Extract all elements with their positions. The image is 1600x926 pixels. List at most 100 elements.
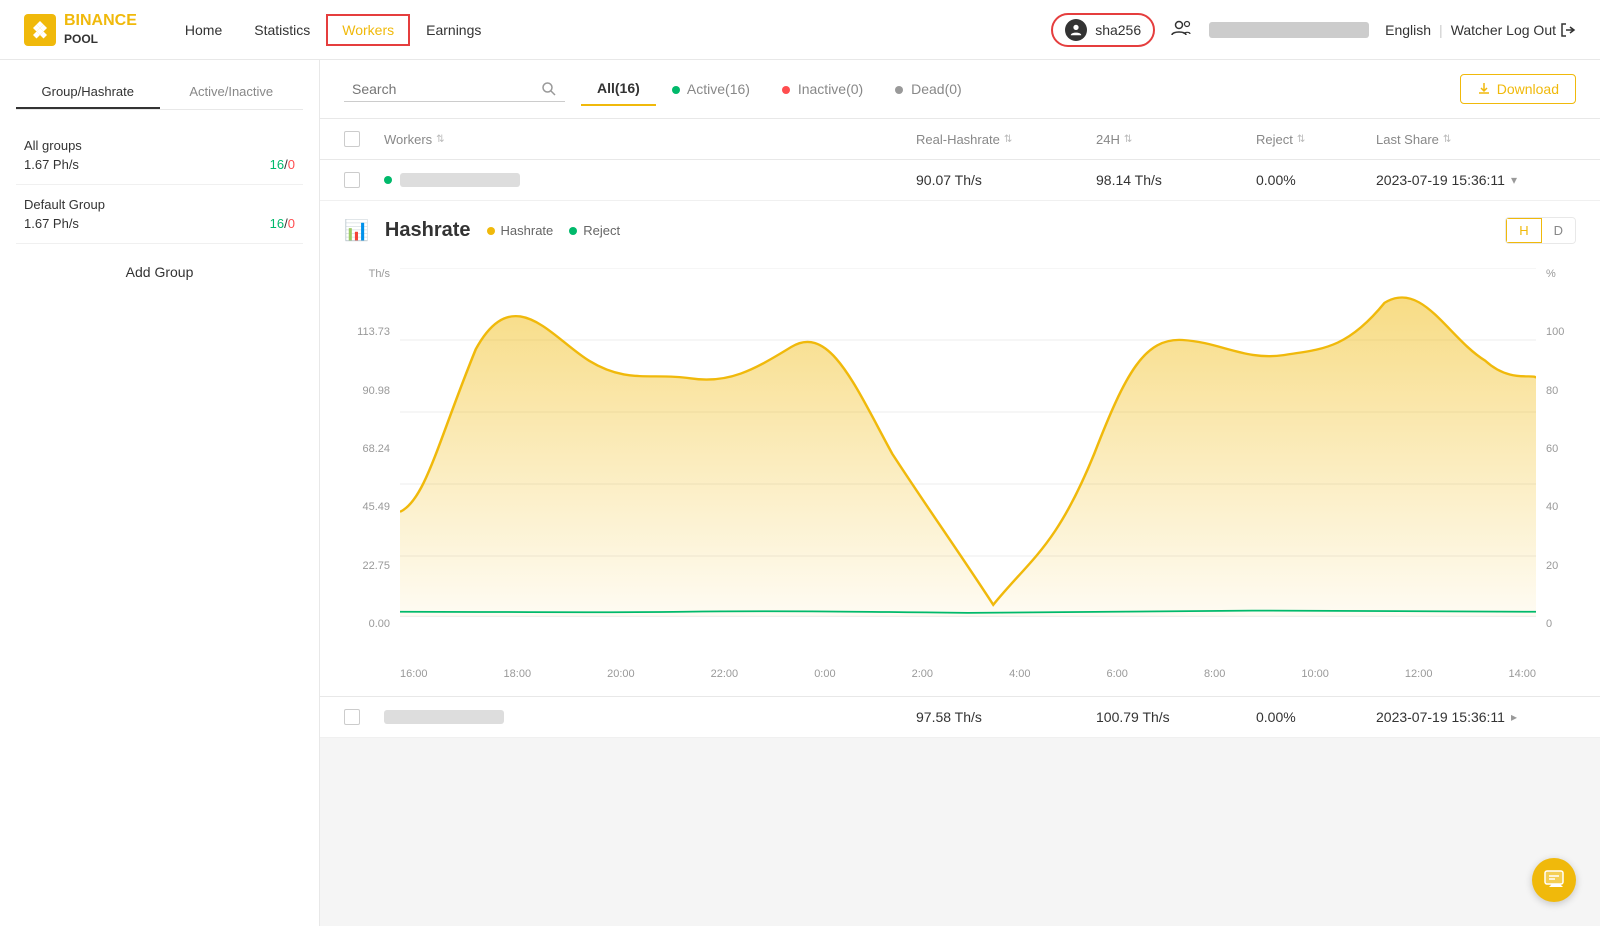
users-svg [1171, 17, 1193, 39]
main-content: All(16) Active(16) Inactive(0) Dead(0) D… [320, 60, 1600, 926]
row1-last-share: 2023-07-19 15:36:11 ▾ [1376, 172, 1576, 188]
filter-bar: All(16) Active(16) Inactive(0) Dead(0) D… [320, 60, 1600, 119]
y-axis-left: Th/s 113.73 90.98 68.24 45.49 22.75 0.00 [344, 268, 396, 630]
layout: Group/Hashrate Active/Inactive All group… [0, 60, 1600, 926]
filter-tab-all[interactable]: All(16) [581, 72, 656, 106]
legend-hashrate: Hashrate [487, 223, 554, 238]
row2-checkbox[interactable] [344, 709, 360, 725]
chart-header: 📊 Hashrate Hashrate Reject H [344, 217, 1576, 244]
col-reject[interactable]: Reject ⇅ [1256, 132, 1376, 147]
sidebar: Group/Hashrate Active/Inactive All group… [0, 60, 320, 926]
binance-logo-icon [24, 14, 56, 46]
col-last-share[interactable]: Last Share ⇅ [1376, 132, 1576, 147]
row1-name-redacted [400, 173, 520, 187]
row1-worker-name [384, 173, 916, 187]
chart-title: Hashrate [385, 219, 471, 242]
download-button[interactable]: Download [1460, 74, 1576, 104]
sidebar-tab-group-hashrate[interactable]: Group/Hashrate [16, 76, 160, 109]
filter-tab-inactive[interactable]: Inactive(0) [766, 73, 879, 105]
y-axis-right: % 100 80 60 40 20 0 [1540, 268, 1576, 630]
logo: BINANCE POOL [24, 12, 137, 47]
account-icon [1065, 19, 1087, 41]
legend-reject-dot [569, 227, 577, 235]
row2-name-redacted [384, 710, 504, 724]
group-default-workers: 16/0 [270, 216, 295, 231]
chart-container: Th/s 113.73 90.98 68.24 45.49 22.75 0.00… [344, 260, 1576, 680]
header: BINANCE POOL Home Statistics Workers Ear… [0, 0, 1600, 60]
search-box [344, 77, 565, 102]
col-real-hashrate[interactable]: Real-Hashrate ⇅ [916, 132, 1096, 147]
row2-worker-name [384, 710, 916, 724]
users-icon[interactable] [1171, 17, 1193, 42]
group-default-hashrate: 1.67 Ph/s [24, 216, 79, 231]
dead-dot [895, 86, 903, 94]
row2-real-hashrate: 97.58 Th/s [916, 709, 1096, 725]
logout-icon [1560, 22, 1576, 38]
lang-logout: English | Watcher Log Out [1385, 22, 1576, 38]
chart-legend: Hashrate Reject [487, 223, 621, 238]
row2-24h: 100.79 Th/s [1096, 709, 1256, 725]
group-default-stats: 1.67 Ph/s 16/0 [24, 216, 295, 231]
row2-last-share: 2023-07-19 15:36:11 ▸ [1376, 709, 1576, 725]
header-right: sha256 English | Watcher Log Out [1051, 13, 1576, 47]
chart-section: 📊 Hashrate Hashrate Reject H [320, 201, 1600, 697]
col-workers[interactable]: Workers ⇅ [384, 132, 916, 147]
reject-sort-icon: ⇅ [1297, 134, 1305, 145]
row1-status-dot [384, 176, 392, 184]
select-all-checkbox[interactable] [344, 131, 360, 147]
workers-sort-icon: ⇅ [436, 134, 444, 145]
table-row-2: 97.58 Th/s 100.79 Th/s 0.00% 2023-07-19 … [320, 697, 1600, 738]
row1-reject: 0.00% [1256, 172, 1376, 188]
group-default-name: Default Group [24, 197, 295, 212]
row1-checkbox[interactable] [344, 172, 360, 188]
chat-fab-button[interactable] [1532, 858, 1576, 902]
workers-table: Workers ⇅ Real-Hashrate ⇅ 24H ⇅ Reject ⇅… [320, 119, 1600, 738]
nav-home[interactable]: Home [169, 14, 238, 46]
col-24h[interactable]: 24H ⇅ [1096, 132, 1256, 147]
inactive-dot [782, 86, 790, 94]
chart-time-buttons: H D [1505, 217, 1576, 244]
divider: | [1439, 22, 1443, 38]
nav-workers[interactable]: Workers [326, 14, 410, 46]
row2-reject: 0.00% [1256, 709, 1376, 725]
x-axis-labels: 16:00 18:00 20:00 22:00 0:00 2:00 4:00 6… [400, 668, 1536, 680]
logo-text: BINANCE POOL [64, 12, 137, 47]
chat-icon [1543, 869, 1565, 891]
language-label[interactable]: English [1385, 22, 1431, 38]
filter-tab-active[interactable]: Active(16) [656, 73, 766, 105]
legend-hashrate-dot [487, 227, 495, 235]
nav-statistics[interactable]: Statistics [238, 14, 326, 46]
time-btn-d[interactable]: D [1542, 218, 1575, 243]
row1-expand-icon[interactable]: ▾ [1511, 173, 1517, 187]
legend-reject: Reject [569, 223, 620, 238]
table-row-1: 90.07 Th/s 98.14 Th/s 0.00% 2023-07-19 1… [320, 160, 1600, 201]
search-input[interactable] [352, 81, 533, 97]
group-all-stats: 1.67 Ph/s 16/0 [24, 157, 295, 172]
time-btn-h[interactable]: H [1506, 218, 1541, 243]
account-name: sha256 [1095, 22, 1141, 38]
group-all-hashrate: 1.67 Ph/s [24, 157, 79, 172]
hashrate-sort-icon: ⇅ [1004, 134, 1012, 145]
filter-tabs: All(16) Active(16) Inactive(0) Dead(0) [581, 72, 978, 106]
account-badge[interactable]: sha256 [1051, 13, 1155, 47]
group-default[interactable]: Default Group 1.67 Ph/s 16/0 [16, 185, 303, 244]
table-header-row: Workers ⇅ Real-Hashrate ⇅ 24H ⇅ Reject ⇅… [320, 119, 1600, 160]
account-address [1209, 22, 1369, 38]
group-all-name: All groups [24, 138, 295, 153]
logout-button[interactable]: Watcher Log Out [1451, 22, 1576, 38]
24h-sort-icon: ⇅ [1124, 134, 1132, 145]
hashrate-chart-svg [400, 268, 1536, 628]
account-avatar-icon [1069, 23, 1083, 37]
add-group-button[interactable]: Add Group [16, 252, 303, 292]
main-nav: Home Statistics Workers Earnings [169, 14, 498, 46]
row2-expand-icon[interactable]: ▸ [1511, 710, 1517, 724]
last-share-sort-icon: ⇅ [1443, 134, 1451, 145]
nav-earnings[interactable]: Earnings [410, 14, 497, 46]
active-dot [672, 86, 680, 94]
chart-icon: 📊 [344, 218, 369, 243]
search-icon [541, 81, 557, 97]
row1-real-hashrate: 90.07 Th/s [916, 172, 1096, 188]
filter-tab-dead[interactable]: Dead(0) [879, 73, 977, 105]
sidebar-tab-active-inactive[interactable]: Active/Inactive [160, 76, 304, 109]
group-all[interactable]: All groups 1.67 Ph/s 16/0 [16, 126, 303, 185]
